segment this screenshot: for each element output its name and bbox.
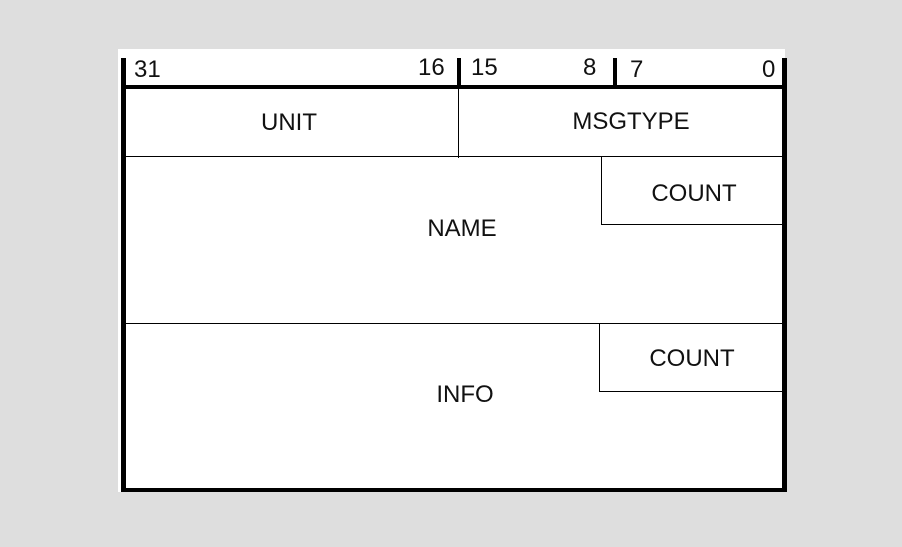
header-separator <box>121 85 787 89</box>
field-msgtype: MSGTYPE <box>572 108 690 135</box>
field-count-1: COUNT <box>651 180 737 207</box>
row1-bottom-line <box>126 156 782 157</box>
bit-header: 31 16 15 8 7 0 <box>118 49 785 89</box>
bit-label-31: 31 <box>134 56 161 83</box>
unit-msgtype-divider <box>458 89 459 158</box>
bit-label-16: 16 <box>418 54 445 81</box>
row2-bottom-line <box>126 323 782 324</box>
field-count-2: COUNT <box>649 345 735 372</box>
frame-left-border <box>121 58 126 492</box>
bit-label-8: 8 <box>583 54 597 81</box>
bit-label-0: 0 <box>762 56 776 83</box>
bit-label-7: 7 <box>630 56 644 83</box>
name-count-divider <box>601 156 602 225</box>
bit-divider-8-7 <box>613 58 617 87</box>
bit-label-15: 15 <box>471 54 498 81</box>
count2-bottom-line <box>599 391 782 392</box>
frame-right-border <box>782 58 787 492</box>
field-name: NAME <box>427 215 497 242</box>
field-unit: UNIT <box>261 109 317 136</box>
bit-divider-16-15 <box>457 58 461 87</box>
frame-bottom-border <box>121 488 787 492</box>
info-count-divider <box>599 323 600 392</box>
field-info: INFO <box>436 381 494 408</box>
count1-bottom-line <box>601 224 782 225</box>
